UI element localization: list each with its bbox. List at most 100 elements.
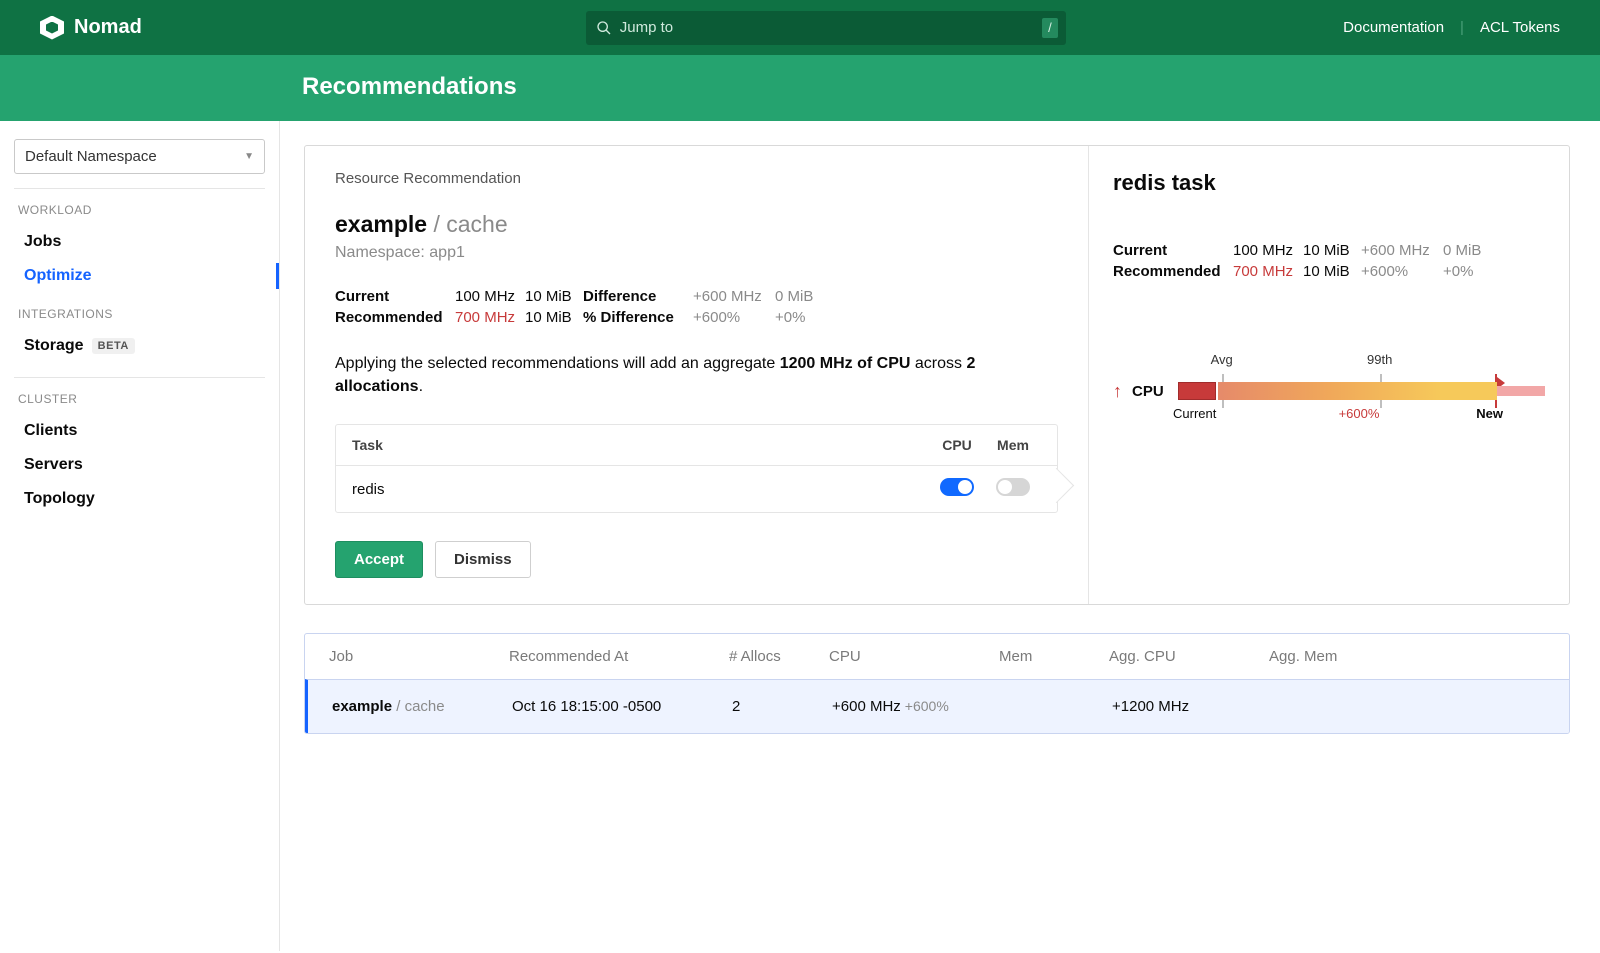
chart-metric-label: CPU bbox=[1132, 383, 1164, 400]
task-group-name: cache bbox=[446, 211, 507, 237]
chart-current-bar bbox=[1178, 382, 1216, 400]
job-title: example / cache bbox=[335, 211, 1058, 238]
recommendation-summary-panel: Resource Recommendation example / cache … bbox=[305, 146, 1089, 604]
cpu-toggle[interactable] bbox=[940, 478, 974, 496]
chart-bar: Avg 99th bbox=[1178, 380, 1545, 402]
pct-diff-mem: +0% bbox=[775, 309, 835, 326]
top-navbar: Nomad / Documentation | ACL Tokens bbox=[0, 0, 1600, 55]
job-name: example bbox=[335, 211, 427, 237]
sum-h-allocs: # Allocs bbox=[729, 648, 829, 665]
r-diff-cpu: +600 MHz bbox=[1361, 242, 1443, 259]
namespace-line: Namespace: app1 bbox=[335, 244, 1058, 262]
top-links: Documentation | ACL Tokens bbox=[1343, 19, 1560, 36]
sum-h-aggmem: Agg. Mem bbox=[1269, 648, 1409, 665]
sidebar: Default Namespace ▼ WORKLOAD Jobs Optimi… bbox=[0, 121, 280, 951]
job-sep: / bbox=[433, 211, 439, 237]
task-table: Task CPU Mem redis bbox=[335, 424, 1058, 513]
summary-table: Job Recommended At # Allocs CPU Mem Agg.… bbox=[304, 633, 1570, 734]
recommendation-card: Resource Recommendation example / cache … bbox=[304, 145, 1570, 605]
sum-allocs: 2 bbox=[732, 698, 832, 715]
chart-below-labels: Current +600% New bbox=[1173, 406, 1545, 426]
sidebar-item-servers[interactable]: Servers bbox=[14, 448, 265, 482]
sum-recat: Oct 16 18:15:00 -0500 bbox=[512, 698, 732, 715]
sidebar-item-jobs[interactable]: Jobs bbox=[14, 225, 265, 259]
brand-name: Nomad bbox=[74, 16, 142, 39]
stat-grid-left: Current 100 MHz 10 MiB Difference +600 M… bbox=[335, 288, 1058, 326]
namespace-select-value: Default Namespace bbox=[25, 148, 157, 165]
chart-tick-p99-label: 99th bbox=[1367, 352, 1392, 367]
current-cpu: 100 MHz bbox=[455, 288, 525, 305]
sidebar-divider bbox=[14, 188, 265, 189]
r-current-label: Current bbox=[1113, 242, 1233, 259]
sidebar-item-optimize[interactable]: Optimize bbox=[14, 259, 265, 293]
search-shortcut-badge: / bbox=[1042, 18, 1058, 38]
arrow-up-icon: ↑ bbox=[1113, 381, 1122, 402]
rec-mem: 10 MiB bbox=[525, 309, 583, 326]
sum-job: example / cache bbox=[332, 698, 512, 715]
search-input[interactable] bbox=[620, 19, 1056, 36]
button-row: Accept Dismiss bbox=[335, 541, 1058, 578]
sum-h-cpu: CPU bbox=[829, 648, 999, 665]
accept-button[interactable]: Accept bbox=[335, 541, 423, 578]
r-rec-mem: 10 MiB bbox=[1303, 263, 1361, 280]
current-mem: 10 MiB bbox=[525, 288, 583, 305]
page-title-band: Recommendations bbox=[0, 55, 1600, 121]
r-current-cpu: 100 MHz bbox=[1233, 242, 1303, 259]
nomad-logo-icon bbox=[40, 16, 64, 40]
cpu-chart: ↑ CPU Avg 99th bbox=[1113, 380, 1545, 426]
task-row-name: redis bbox=[352, 481, 929, 498]
diff-cpu: +600 MHz bbox=[693, 288, 775, 305]
beta-badge: BETA bbox=[92, 338, 135, 354]
sum-h-aggcpu: Agg. CPU bbox=[1109, 648, 1269, 665]
apply-text: Applying the selected recommendations wi… bbox=[335, 352, 1058, 398]
main-content: Resource Recommendation example / cache … bbox=[280, 121, 1600, 951]
r-recommended-label: Recommended bbox=[1113, 263, 1233, 280]
sidebar-group-integrations: INTEGRATIONS bbox=[18, 307, 265, 321]
task-header-mem: Mem bbox=[985, 437, 1041, 453]
task-row[interactable]: redis bbox=[336, 466, 1057, 512]
sum-h-recat: Recommended At bbox=[509, 648, 729, 665]
top-link-separator: | bbox=[1460, 19, 1464, 36]
acl-tokens-link[interactable]: ACL Tokens bbox=[1480, 19, 1560, 36]
sidebar-item-topology[interactable]: Topology bbox=[14, 482, 265, 516]
sum-h-job: Job bbox=[329, 648, 509, 665]
page-title: Recommendations bbox=[302, 73, 1600, 101]
sidebar-group-cluster: CLUSTER bbox=[18, 392, 265, 406]
difference-label: Difference bbox=[583, 288, 693, 305]
r-rec-cpu: 700 MHz bbox=[1233, 263, 1303, 280]
rec-cpu: 700 MHz bbox=[455, 309, 525, 326]
chart-tick-avg-label: Avg bbox=[1211, 352, 1233, 367]
sum-h-mem: Mem bbox=[999, 648, 1109, 665]
dismiss-button[interactable]: Dismiss bbox=[435, 541, 531, 578]
card-label: Resource Recommendation bbox=[335, 170, 1058, 187]
summary-row[interactable]: example / cache Oct 16 18:15:00 -0500 2 … bbox=[305, 679, 1569, 733]
r-pct-diff-cpu: +600% bbox=[1361, 263, 1443, 280]
documentation-link[interactable]: Documentation bbox=[1343, 19, 1444, 36]
stat-grid-right: Current 100 MHz 10 MiB +600 MHz 0 MiB Re… bbox=[1113, 242, 1545, 280]
chart-new-label: New bbox=[1476, 406, 1503, 421]
mem-toggle[interactable] bbox=[996, 478, 1030, 496]
recommended-label: Recommended bbox=[335, 309, 455, 326]
task-header-cpu: CPU bbox=[929, 437, 985, 453]
current-label: Current bbox=[335, 288, 455, 305]
r-pct-diff-mem: +0% bbox=[1443, 263, 1503, 280]
r-current-mem: 10 MiB bbox=[1303, 242, 1361, 259]
chart-recommendation-bar bbox=[1218, 382, 1497, 400]
namespace-select[interactable]: Default Namespace ▼ bbox=[14, 139, 265, 174]
sum-cpu: +600 MHz+600% bbox=[832, 698, 1002, 715]
sum-aggcpu: +1200 MHz bbox=[1112, 698, 1272, 715]
pct-difference-label: % Difference bbox=[583, 309, 693, 326]
diff-mem: 0 MiB bbox=[775, 288, 835, 305]
brand[interactable]: Nomad bbox=[40, 16, 142, 40]
task-table-header: Task CPU Mem bbox=[336, 425, 1057, 466]
search-box[interactable]: / bbox=[586, 11, 1066, 45]
task-detail-panel: redis task Current 100 MHz 10 MiB +600 M… bbox=[1089, 146, 1569, 604]
sidebar-item-storage[interactable]: Storage BETA bbox=[14, 329, 265, 363]
chart-pct-label: +600% bbox=[1339, 406, 1380, 421]
sidebar-divider bbox=[14, 377, 265, 378]
chart-current-label: Current bbox=[1173, 406, 1216, 421]
summary-header: Job Recommended At # Allocs CPU Mem Agg.… bbox=[305, 634, 1569, 679]
sidebar-item-clients[interactable]: Clients bbox=[14, 414, 265, 448]
chart-tail-bar bbox=[1497, 386, 1545, 396]
task-detail-title: redis task bbox=[1113, 170, 1545, 196]
